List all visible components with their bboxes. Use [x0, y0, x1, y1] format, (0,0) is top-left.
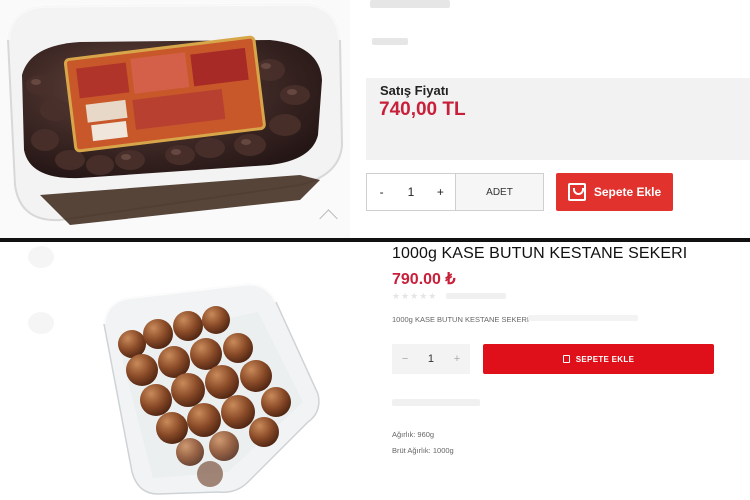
gross-weight-spec: Brüt Ağırlık: 1000g: [392, 446, 454, 455]
quantity-value[interactable]: 1: [428, 353, 434, 365]
increase-quantity-button[interactable]: +: [454, 353, 460, 365]
quantity-value[interactable]: 1: [396, 185, 425, 199]
decrease-quantity-button[interactable]: -: [367, 185, 396, 199]
weight-spec: Ağırlık: 960g: [392, 430, 435, 439]
product-title: 1000g KASE BUTUN KESTANE SEKERI: [392, 245, 688, 262]
quantity-stepper: − 1 +: [392, 344, 470, 374]
price-label: Satış Fiyatı: [380, 83, 449, 98]
faded-product-title: [370, 0, 450, 8]
product-image-svg: [6, 2, 344, 225]
faded-text: [372, 38, 408, 45]
thumbnail-2[interactable]: [28, 312, 54, 334]
shopping-bag-icon: [567, 183, 586, 201]
shopping-bag-icon: [562, 355, 570, 363]
product-image-chestnuts: [102, 282, 320, 495]
product-image-dates-container: [0, 0, 350, 238]
thumbnail-1[interactable]: [28, 246, 54, 268]
bottom-product-panel: 1000g KASE BUTUN KESTANE SEKERI 790.00 ₺…: [0, 242, 750, 500]
decrease-quantity-button[interactable]: −: [402, 353, 408, 365]
product-price: 790.00 ₺: [392, 271, 456, 288]
add-to-cart-label: Sepete Ekle: [593, 185, 662, 199]
quantity-stepper: - 1 +: [366, 173, 456, 211]
rating-stars: ★★★★★: [392, 291, 438, 301]
faded-wishlist-link[interactable]: [392, 399, 480, 406]
price-value: 740,00 TL: [379, 99, 466, 120]
add-to-cart-button[interactable]: Sepete Ekle: [556, 173, 673, 211]
add-to-cart-button[interactable]: SEPETE EKLE: [483, 344, 714, 374]
add-to-cart-label: SEPETE EKLE: [575, 354, 635, 364]
top-product-panel: Satış Fiyatı 740,00 TL - 1 + ADET Sepete…: [0, 0, 750, 240]
short-description: 1000g KASE BUTUN KESTANE SEKERI: [392, 315, 529, 324]
faded-review-text: [446, 293, 506, 299]
increase-quantity-button[interactable]: +: [426, 185, 455, 199]
faded-description-text: [528, 315, 638, 321]
unit-selector[interactable]: ADET: [456, 173, 544, 211]
